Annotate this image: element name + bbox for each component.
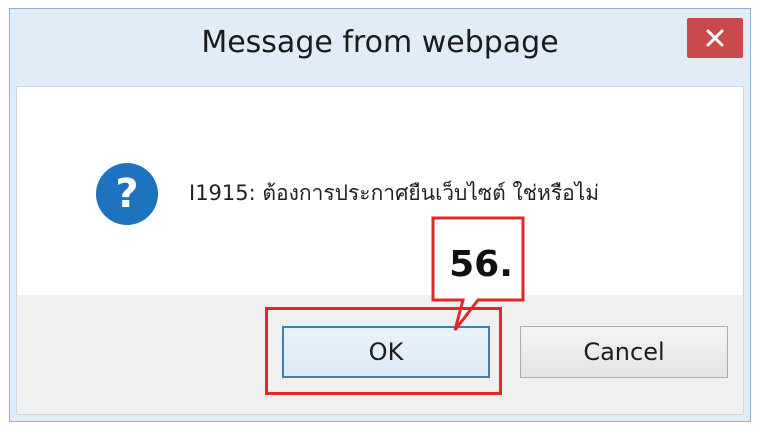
question-icon: ? xyxy=(96,163,158,225)
ok-button[interactable]: OK xyxy=(282,326,490,378)
message-text: I1915: ต้องการประกาศยืนเว็บไซต์ ใช่หรือไ… xyxy=(189,181,600,205)
dialog-title: Message from webpage xyxy=(201,25,559,60)
svg-text:?: ? xyxy=(115,171,138,217)
title-bar[interactable]: Message from webpage xyxy=(10,9,750,87)
step-number-label: 56. xyxy=(449,243,513,285)
dialog-window: Message from webpage ? I1915: ต้องการประ… xyxy=(9,8,751,422)
dialog-body: ? I1915: ต้องการประกาศยืนเว็บไซต์ ใช่หรื… xyxy=(16,86,744,415)
button-bar: OK Cancel xyxy=(17,295,743,414)
cancel-button[interactable]: Cancel xyxy=(520,326,728,378)
close-icon xyxy=(706,29,724,47)
message-area: ? I1915: ต้องการประกาศยืนเว็บไซต์ ใช่หรื… xyxy=(17,87,743,295)
close-button[interactable] xyxy=(687,18,743,58)
